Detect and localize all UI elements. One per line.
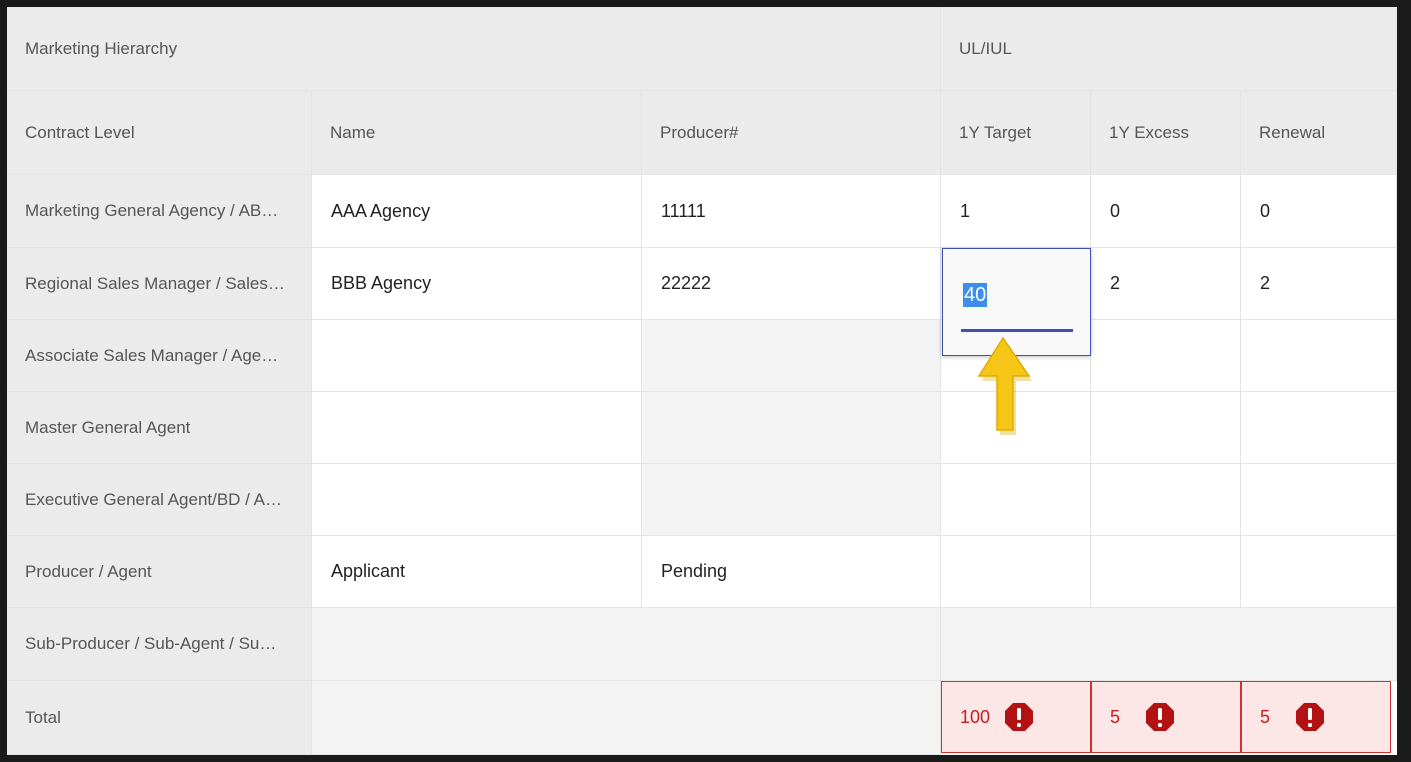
marketing-hierarchy-header: Marketing Hierarchy <box>7 7 941 91</box>
column-header-1y-excess[interactable]: 1Y Excess <box>1091 91 1241 175</box>
excess-cell[interactable] <box>1091 536 1241 608</box>
row-level-cell: Producer / Agent <box>7 536 312 608</box>
name-cell[interactable] <box>312 392 642 464</box>
exclamation-octagon-icon <box>1005 703 1034 731</box>
producer-cell <box>642 464 941 536</box>
excess-cell[interactable] <box>1091 464 1241 536</box>
renewal-cell[interactable] <box>1241 464 1397 536</box>
column-header-1y-target[interactable]: 1Y Target <box>941 91 1091 175</box>
producer-cell[interactable]: Pending <box>642 536 941 608</box>
contract-level-label: Associate Sales Manager / Age… <box>25 345 279 365</box>
renewal-cell[interactable] <box>1241 320 1397 392</box>
total-renewal-cell: 5 <box>1241 681 1391 753</box>
row-level-cell: Sub-Producer / Sub-Agent / Su… <box>7 608 312 681</box>
column-header-name[interactable]: Name <box>312 91 642 175</box>
name-producer-merged-cell <box>312 608 941 681</box>
name-cell[interactable]: BBB Agency <box>312 248 642 320</box>
total-target-cell: 100 <box>941 681 1091 753</box>
product-group-header: UL/IUL <box>941 7 1397 91</box>
excess-cell[interactable] <box>1091 392 1241 464</box>
renewal-cell[interactable]: 0 <box>1241 175 1397 248</box>
input-underline <box>961 329 1073 332</box>
row-level-cell: Marketing General Agency / AB… <box>7 175 312 248</box>
column-header-producer[interactable]: Producer# <box>642 91 941 175</box>
row-level-cell: Regional Sales Manager / Sales… <box>7 248 312 320</box>
row-level-cell: Associate Sales Manager / Age… <box>7 320 312 392</box>
target-cell[interactable] <box>941 536 1091 608</box>
renewal-cell[interactable]: 2 <box>1241 248 1397 320</box>
column-header-renewal[interactable]: Renewal <box>1241 91 1397 175</box>
producer-cell <box>642 320 941 392</box>
yellow-arrow-icon <box>977 336 1032 435</box>
total-renewal-value: 5 <box>1260 706 1271 727</box>
total-target-value: 100 <box>960 706 991 727</box>
contract-level-label: Regional Sales Manager / Sales… <box>25 273 285 293</box>
contract-level-label: Marketing General Agency / AB… <box>25 201 279 220</box>
name-cell[interactable]: Applicant <box>312 536 642 608</box>
contract-level-label: Sub-Producer / Sub-Agent / Su… <box>25 634 277 653</box>
row-level-cell: Executive General Agent/BD / A… <box>7 464 312 536</box>
total-label-cell: Total <box>7 681 312 755</box>
contract-level-label: Master General Agent <box>25 417 191 437</box>
excess-cell[interactable]: 2 <box>1091 248 1241 320</box>
excess-cell[interactable]: 0 <box>1091 175 1241 248</box>
column-header-contract-level[interactable]: Contract Level <box>7 91 312 175</box>
name-cell[interactable] <box>312 320 642 392</box>
contract-level-label: Executive General Agent/BD / A… <box>25 489 283 509</box>
renewal-cell[interactable] <box>1241 392 1397 464</box>
total-excess-value: 5 <box>1110 706 1121 727</box>
row-level-cell: Master General Agent <box>7 392 312 464</box>
exclamation-octagon-icon <box>1296 703 1325 731</box>
exclamation-octagon-icon <box>1146 703 1175 731</box>
total-blank-cell <box>312 681 941 755</box>
producer-cell <box>642 392 941 464</box>
renewal-cell[interactable] <box>1241 536 1397 608</box>
name-cell[interactable]: AAA Agency <box>312 175 642 248</box>
excess-cell[interactable] <box>1091 320 1241 392</box>
edit-input-value[interactable]: 40 <box>963 283 988 307</box>
total-excess-cell: 5 <box>1091 681 1241 753</box>
producer-cell[interactable]: 22222 <box>642 248 941 320</box>
name-cell[interactable] <box>312 464 642 536</box>
commission-split-grid: Marketing Hierarchy UL/IUL Contract Leve… <box>7 7 1397 755</box>
producer-cell[interactable]: 11111 <box>642 175 941 248</box>
values-merged-cell <box>941 608 1397 681</box>
target-cell[interactable]: 1 <box>941 175 1091 248</box>
contract-level-label: Producer / Agent <box>25 561 152 581</box>
target-cell[interactable] <box>941 464 1091 536</box>
